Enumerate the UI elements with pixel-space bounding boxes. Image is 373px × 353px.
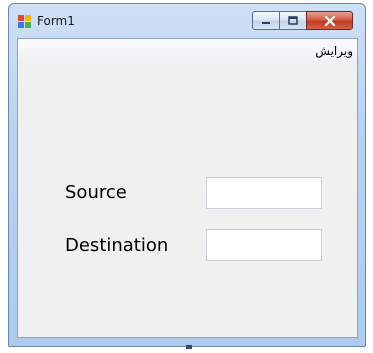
minimize-button[interactable] bbox=[252, 11, 280, 30]
destination-label: Destination bbox=[65, 235, 169, 256]
application-window: Form1 ویرایش Source Destination bbox=[8, 3, 366, 347]
window-title: Form1 bbox=[37, 14, 75, 28]
form-app-icon[interactable] bbox=[18, 14, 32, 28]
close-button[interactable] bbox=[306, 11, 353, 30]
maximize-icon bbox=[288, 15, 298, 25]
resize-grip[interactable] bbox=[186, 345, 192, 349]
minimize-icon bbox=[262, 21, 270, 24]
menu-bar: ویرایش bbox=[18, 39, 357, 65]
destination-input[interactable] bbox=[206, 229, 322, 261]
menu-item-edit[interactable]: ویرایش bbox=[315, 44, 353, 58]
source-label: Source bbox=[65, 182, 127, 203]
maximize-button[interactable] bbox=[279, 11, 307, 30]
close-icon bbox=[324, 15, 335, 26]
title-bar[interactable]: Form1 bbox=[9, 4, 365, 38]
form-client-area: ویرایش Source Destination bbox=[17, 38, 358, 338]
source-input[interactable] bbox=[206, 177, 322, 209]
